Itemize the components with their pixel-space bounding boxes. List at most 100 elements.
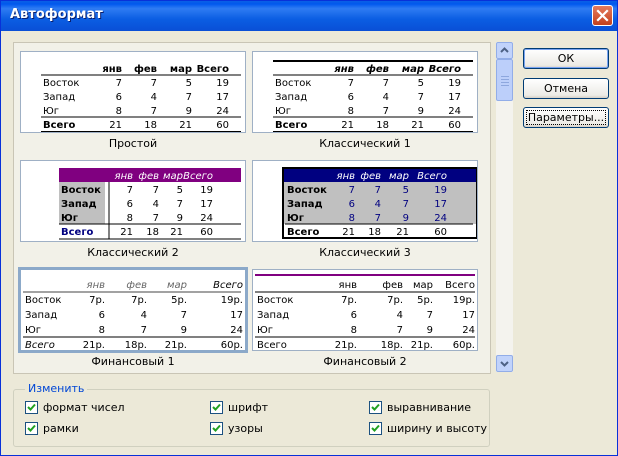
table-cell: Всего xyxy=(429,64,462,75)
table-cell: 8 xyxy=(99,325,105,336)
checkbox-box[interactable] xyxy=(369,401,382,414)
table-cell: Юг xyxy=(275,106,291,117)
table-cell: янв xyxy=(337,171,356,182)
format-option-classic-1[interactable]: янв фев мар Всего Восток 7 7 5 19 Запад 6 4 7 17 Юг 8 7 9… xyxy=(252,51,478,153)
format-gallery[interactable]: янв фев мар Всего Восток 7 7 5 19 Запад 6 4 7 17 Юг 8 7 9… xyxy=(13,42,491,374)
format-preview: янв фев мар Всего Восток 7р. 7р. 5р. 19р. Запад 6 4… xyxy=(252,269,478,354)
chevron-down-icon xyxy=(500,361,509,367)
format-option-classic-2[interactable]: янв фев мар Всего Восток 7 7 5 19 Запад 6 4 7 17 Юг 8 7 9… xyxy=(20,160,246,262)
table-cell: 5 xyxy=(186,78,192,89)
table-cell: Запад xyxy=(43,92,75,103)
table-cell: 7 xyxy=(383,106,389,117)
cancel-button[interactable]: Отмена xyxy=(523,78,609,99)
table-cell: 6 xyxy=(348,92,354,103)
table-cell: 8 xyxy=(349,213,355,224)
table-cell: 21 xyxy=(170,227,183,238)
table-cell: Восток xyxy=(257,295,293,306)
table-cell: 19р. xyxy=(453,295,475,306)
table-cell: мар xyxy=(413,280,433,291)
table-cell: 6 xyxy=(351,310,357,321)
check-icon xyxy=(212,424,221,432)
table-cell: Юг xyxy=(257,325,273,336)
table-cell: Восток xyxy=(43,78,79,89)
table-cell: 7 xyxy=(181,310,187,321)
format-option-simple[interactable]: янв фев мар Всего Восток 7 7 5 19 Запад 6 4 7 17 Юг 8 7 9… xyxy=(20,51,246,153)
table-cell: 8 xyxy=(348,106,354,117)
table-cell: 21 xyxy=(396,227,409,238)
table-cell: 21р. xyxy=(83,340,105,350)
autoformat-dialog: Автоформат янв фев мар Всего Восток 7 7 5 19 Запа… xyxy=(0,0,618,456)
format-option-classic-3[interactable]: янв фев мар Всего Восток 7 7 5 19 Запад 6 4 7 17 Юг 8 7 9… xyxy=(252,160,478,262)
table-cell: 7 xyxy=(127,185,133,196)
table-cell: 17 xyxy=(216,92,229,103)
table-cell: 18р. xyxy=(125,340,147,350)
check-icon xyxy=(371,424,380,432)
table-cell: 21р. xyxy=(165,340,187,350)
table-cell: 7 xyxy=(418,92,424,103)
table-cell: 17 xyxy=(200,199,213,210)
format-caption: Классический 2 xyxy=(87,246,179,259)
table-cell: 21 xyxy=(109,120,122,131)
table-cell: 60р. xyxy=(453,340,475,350)
table-cell: 7 xyxy=(375,213,381,224)
options-button[interactable]: Параметры... xyxy=(523,107,609,128)
ok-button[interactable]: ОК xyxy=(523,48,609,69)
table-cell: 7р. xyxy=(341,295,357,306)
gallery-scrollbar[interactable] xyxy=(496,42,513,372)
table-cell: 5 xyxy=(403,185,409,196)
format-caption: Простой xyxy=(108,137,158,150)
checkbox-box[interactable] xyxy=(25,422,38,435)
close-button[interactable] xyxy=(592,5,613,26)
title-bar[interactable]: Автоформат xyxy=(1,1,617,31)
table-cell: 5р. xyxy=(417,295,433,306)
table-cell: 21р. xyxy=(411,340,433,350)
scroll-thumb[interactable] xyxy=(496,59,513,101)
table-cell: 24 xyxy=(448,106,461,117)
table-cell: 21 xyxy=(341,120,354,131)
table-cell: 17 xyxy=(448,92,461,103)
table-cell: 5р. xyxy=(171,295,187,306)
table-cell: 7 xyxy=(153,185,159,196)
checkbox-box[interactable] xyxy=(210,422,223,435)
table-cell: мар xyxy=(167,280,187,291)
format-caption: Финансовый 1 xyxy=(91,355,175,368)
table-cell: 6 xyxy=(349,199,355,210)
table-cell: Юг xyxy=(25,325,41,336)
table-cell: 18 xyxy=(146,227,159,238)
table-cell: 6 xyxy=(127,199,133,210)
check-icon xyxy=(27,403,36,411)
table-cell: 4 xyxy=(151,92,157,103)
table-cell: 17 xyxy=(434,199,447,210)
table-cell: 9 xyxy=(177,213,183,224)
table-cell: фев xyxy=(360,171,381,182)
table-cell: 18р. xyxy=(381,340,403,350)
table-cell: мар xyxy=(170,64,192,75)
format-option-financial-1[interactable]: янв фев мар Всего Восток 7р. 7р. 5р. 19р. Запад 6 4… xyxy=(18,267,248,371)
checkbox-box[interactable] xyxy=(210,401,223,414)
format-option-financial-2[interactable]: янв фев мар Всего Восток 7р. 7р. 5р. 19р. Запад 6 4… xyxy=(252,269,478,371)
table-cell: Восток xyxy=(61,185,101,196)
table-cell: 24 xyxy=(434,213,447,224)
table-cell: 21 xyxy=(120,227,133,238)
scroll-up-button[interactable] xyxy=(496,42,513,59)
table-cell: мар xyxy=(389,171,409,182)
table-cell: Всего xyxy=(183,171,213,182)
table-cell: 7 xyxy=(141,325,147,336)
table-cell: Всего xyxy=(257,340,287,350)
table-cell: 8 xyxy=(351,325,357,336)
table-cell: 7р. xyxy=(89,295,105,306)
table-cell: Восток xyxy=(25,295,61,306)
table-cell: 7 xyxy=(383,78,389,89)
checkbox-box[interactable] xyxy=(369,422,382,435)
table-cell: фев xyxy=(366,63,389,75)
table-cell: мар xyxy=(402,64,424,75)
checkbox-label: рамки xyxy=(43,422,79,435)
table-cell: фев xyxy=(382,280,403,291)
table-cell: 19 xyxy=(448,78,461,89)
checkbox-box[interactable] xyxy=(25,401,38,414)
table-cell: 9 xyxy=(427,325,433,336)
table-cell: 60 xyxy=(200,227,213,238)
scroll-down-button[interactable] xyxy=(496,355,513,372)
table-cell: 17 xyxy=(230,310,243,321)
table-cell: янв xyxy=(102,64,122,75)
